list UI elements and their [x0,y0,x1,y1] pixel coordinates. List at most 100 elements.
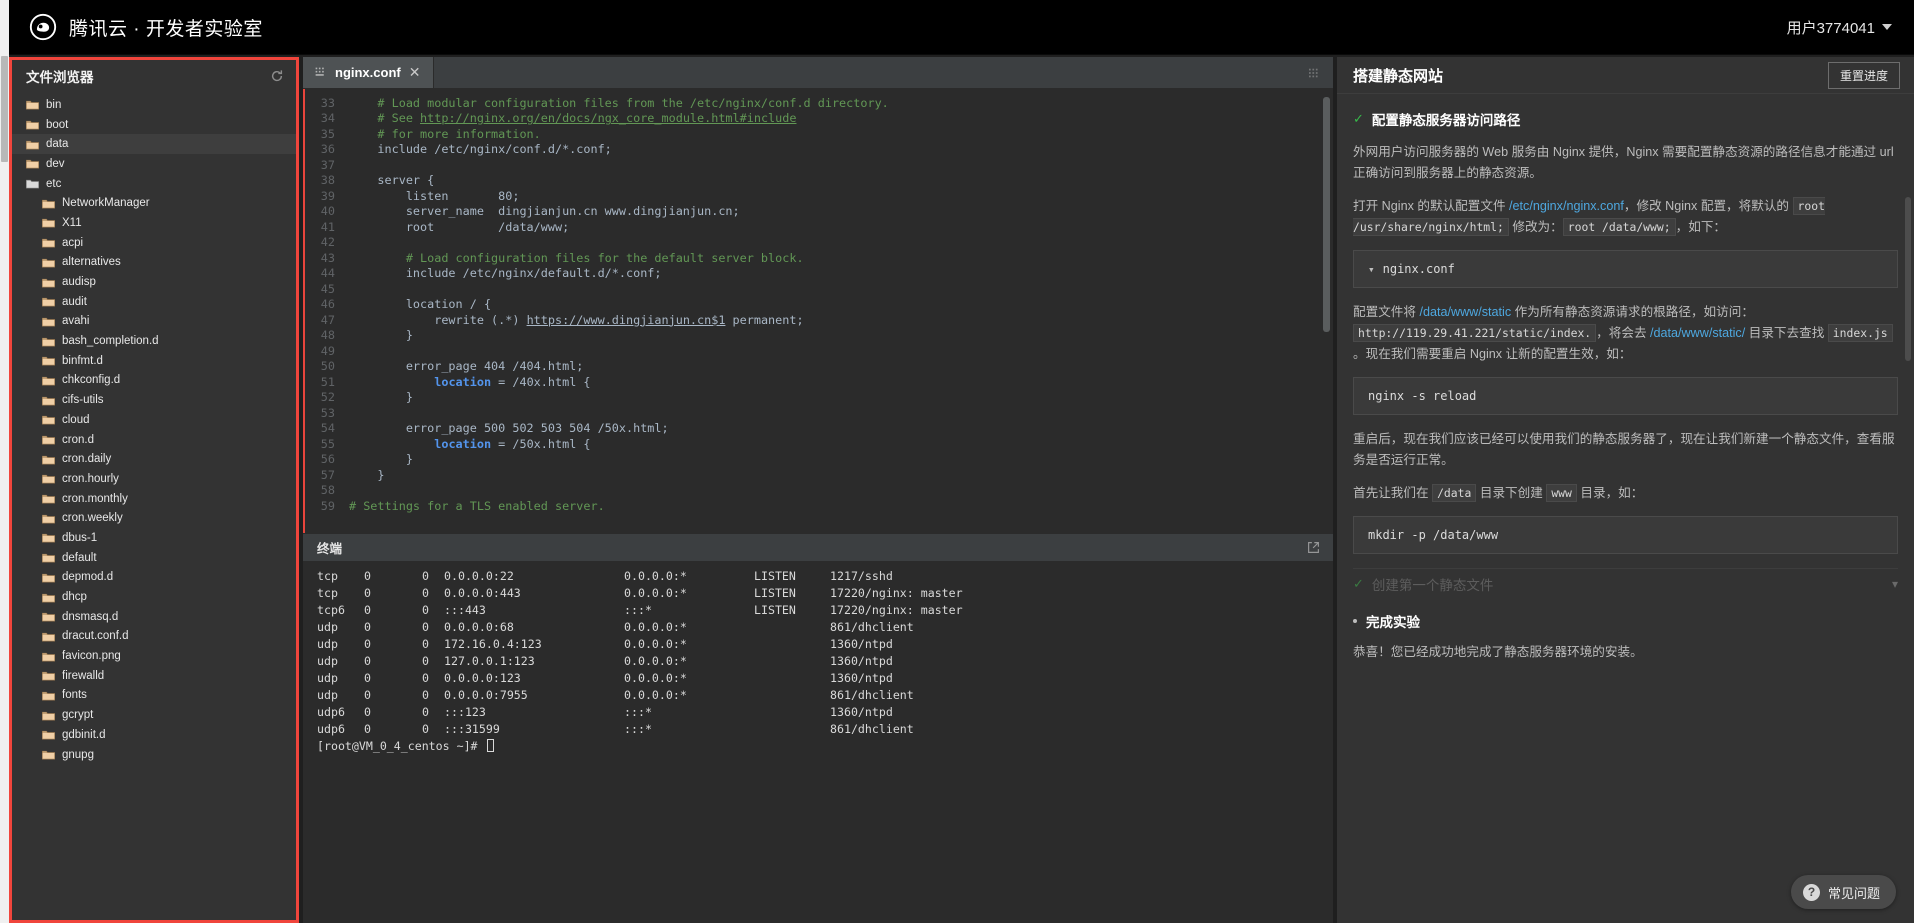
external-link-icon[interactable] [1307,541,1320,554]
code-line[interactable]: 44 include /etc/nginx/default.d/*.conf; [303,266,1333,282]
static-dir-link[interactable]: /data/www/static/ [1650,326,1745,340]
code-line[interactable]: 39 listen 80; [303,188,1333,204]
step-create-static-file[interactable]: ✓ 创建第一个静态文件 ▾ [1353,569,1898,602]
grip-dots-icon[interactable] [1309,68,1321,78]
code-line[interactable]: 56 } [303,452,1333,468]
code-line[interactable]: 45 [303,281,1333,297]
file-tree-item[interactable]: cron.daily [12,449,296,469]
file-tree-item[interactable]: chkconfig.d [12,371,296,391]
code-line[interactable]: 46 location / { [303,297,1333,313]
file-tree-item[interactable]: etc [12,174,296,194]
file-tree-item[interactable]: firewalld [12,666,296,686]
close-icon[interactable]: ✕ [409,64,421,81]
code-line[interactable]: 42 [303,235,1333,251]
code-line[interactable]: 57 } [303,467,1333,483]
file-tree-item[interactable]: audit [12,292,296,312]
code-line[interactable]: 53 [303,405,1333,421]
chevron-down-icon[interactable]: ▾ [1892,577,1898,591]
code-block-nginx-reload[interactable]: nginx -s reload [1353,377,1898,415]
file-tree-item[interactable]: cron.monthly [12,489,296,509]
code-line[interactable]: 58 [303,483,1333,499]
code-line-number: 40 [320,204,335,219]
step-configure-paths[interactable]: ✓ 配置静态服务器访问路径 [1353,104,1898,137]
user-menu[interactable]: 用户3774041 [1787,17,1892,38]
code-line[interactable]: 52 } [303,390,1333,406]
code-line[interactable]: 35 # for more information. [303,126,1333,142]
page-scrollbar[interactable] [0,0,9,923]
code-line[interactable]: 48 } [303,328,1333,344]
terminal-proto: udp [317,636,338,651]
file-tree-item[interactable]: gdbinit.d [12,725,296,745]
code-lines[interactable]: 33 # Load modular configuration files fr… [303,89,1333,514]
nginx-conf-link[interactable]: /etc/nginx/nginx.conf [1509,199,1624,213]
code-line[interactable]: 41 root /data/www; [303,219,1333,235]
file-tree-item[interactable]: bin [12,95,296,115]
tutorial-scrollbar-thumb[interactable] [1905,197,1911,361]
code-line[interactable]: 36 include /etc/nginx/conf.d/*.conf; [303,142,1333,158]
code-line[interactable]: 43 # Load configuration files for the de… [303,250,1333,266]
refresh-icon[interactable] [270,69,284,83]
code-line[interactable]: 33 # Load modular configuration files fr… [303,95,1333,111]
file-tree-item[interactable]: audisp [12,272,296,292]
file-tree-item[interactable]: cifs-utils [12,390,296,410]
faq-floating-button[interactable]: ? 常见问题 [1790,875,1896,909]
code-line[interactable]: 51 location = /40x.html { [303,374,1333,390]
code-line[interactable]: 49 [303,343,1333,359]
code-line-number: 35 [320,126,335,141]
file-tree-item[interactable]: NetworkManager [12,193,296,213]
terminal-recvq: 0 [364,568,371,583]
code-block-mkdir[interactable]: mkdir -p /data/www [1353,516,1898,554]
file-tree-item[interactable]: favicon.png [12,646,296,666]
file-tree-item[interactable]: gnupg [12,745,296,765]
file-tree-item[interactable]: binfmt.d [12,351,296,371]
file-tree-item[interactable]: acpi [12,233,296,253]
reset-progress-button[interactable]: 重置进度 [1827,61,1900,89]
file-tree-item[interactable]: gcrypt [12,705,296,725]
code-line[interactable]: 59 # Settings for a TLS enabled server. [303,498,1333,514]
code-line[interactable]: 34 # See http://nginx.org/en/docs/ngx_co… [303,111,1333,127]
file-tree-item[interactable]: cron.hourly [12,469,296,489]
terminal-sendq: 0 [422,721,429,736]
code-line[interactable]: 54 error_page 500 502 503 504 /50x.html; [303,421,1333,437]
file-tree-item[interactable]: dnsmasq.d [12,607,296,627]
code-block-2-text: nginx -s reload [1368,389,1477,403]
file-tree-item[interactable]: alternatives [12,253,296,273]
code-editor[interactable]: 33 # Load modular configuration files fr… [303,89,1333,533]
file-tree-item[interactable]: dev [12,154,296,174]
code-line[interactable]: 47 rewrite (.*) https://www.dingjianjun.… [303,312,1333,328]
terminal-prompt-row[interactable]: [root@VM_0_4_centos ~]# [317,737,1333,754]
file-tree-item[interactable]: fonts [12,686,296,706]
code-inline-link[interactable]: https://www.dingjianjun.cn$1 [527,313,726,327]
editor-scrollbar-thumb[interactable] [1323,97,1330,332]
code-line[interactable]: 40 server_name dingjianjun.cn www.dingji… [303,204,1333,220]
file-tree-item[interactable]: dhcp [12,587,296,607]
file-tree-item[interactable]: depmod.d [12,568,296,588]
file-tree-item[interactable]: cron.d [12,430,296,450]
file-tree-item[interactable]: dbus-1 [12,528,296,548]
brand-area[interactable]: 腾讯云 · 开发者实验室 [28,12,263,42]
file-tree-item[interactable]: dracut.conf.d [12,627,296,647]
code-line[interactable]: 50 error_page 404 /404.html; [303,359,1333,375]
file-tree-item[interactable]: X11 [12,213,296,233]
page-scrollbar-thumb[interactable] [1,56,8,162]
code-block-nginx-conf[interactable]: ▾ nginx.conf [1353,250,1898,288]
code-inline-link[interactable]: http://nginx.org/en/docs/ngx_core_module… [420,111,796,125]
file-browser-title: 文件浏览器 [26,70,94,85]
code-line[interactable]: 37 [303,157,1333,173]
file-tree-item[interactable]: data [12,134,296,155]
code-line[interactable]: 38 server { [303,173,1333,189]
terminal-local-address: 0.0.0.0:22 [444,568,514,583]
file-tree[interactable]: bin boot data dev etc NetworkManager X11 acpi al… [12,92,296,764]
file-tree-item[interactable]: boot [12,115,296,135]
step-finish-experiment[interactable]: 完成实验 [1353,602,1898,637]
file-tree-item[interactable]: default [12,548,296,568]
file-tree-item[interactable]: avahi [12,312,296,332]
file-tree-item[interactable]: cron.weekly [12,508,296,528]
file-tree-item[interactable]: bash_completion.d [12,331,296,351]
p2-part-c: 修改为： [1508,220,1563,234]
static-path-link[interactable]: /data/www/static [1419,305,1511,319]
tab-nginx-conf[interactable]: nginx.conf ✕ [303,57,435,88]
code-line[interactable]: 55 location = /50x.html { [303,436,1333,452]
terminal-output[interactable]: tcp 0 0 0.0.0.0:22 0.0.0.0:* LISTEN 1217/sshd t… [303,561,1333,923]
file-tree-item[interactable]: cloud [12,410,296,430]
